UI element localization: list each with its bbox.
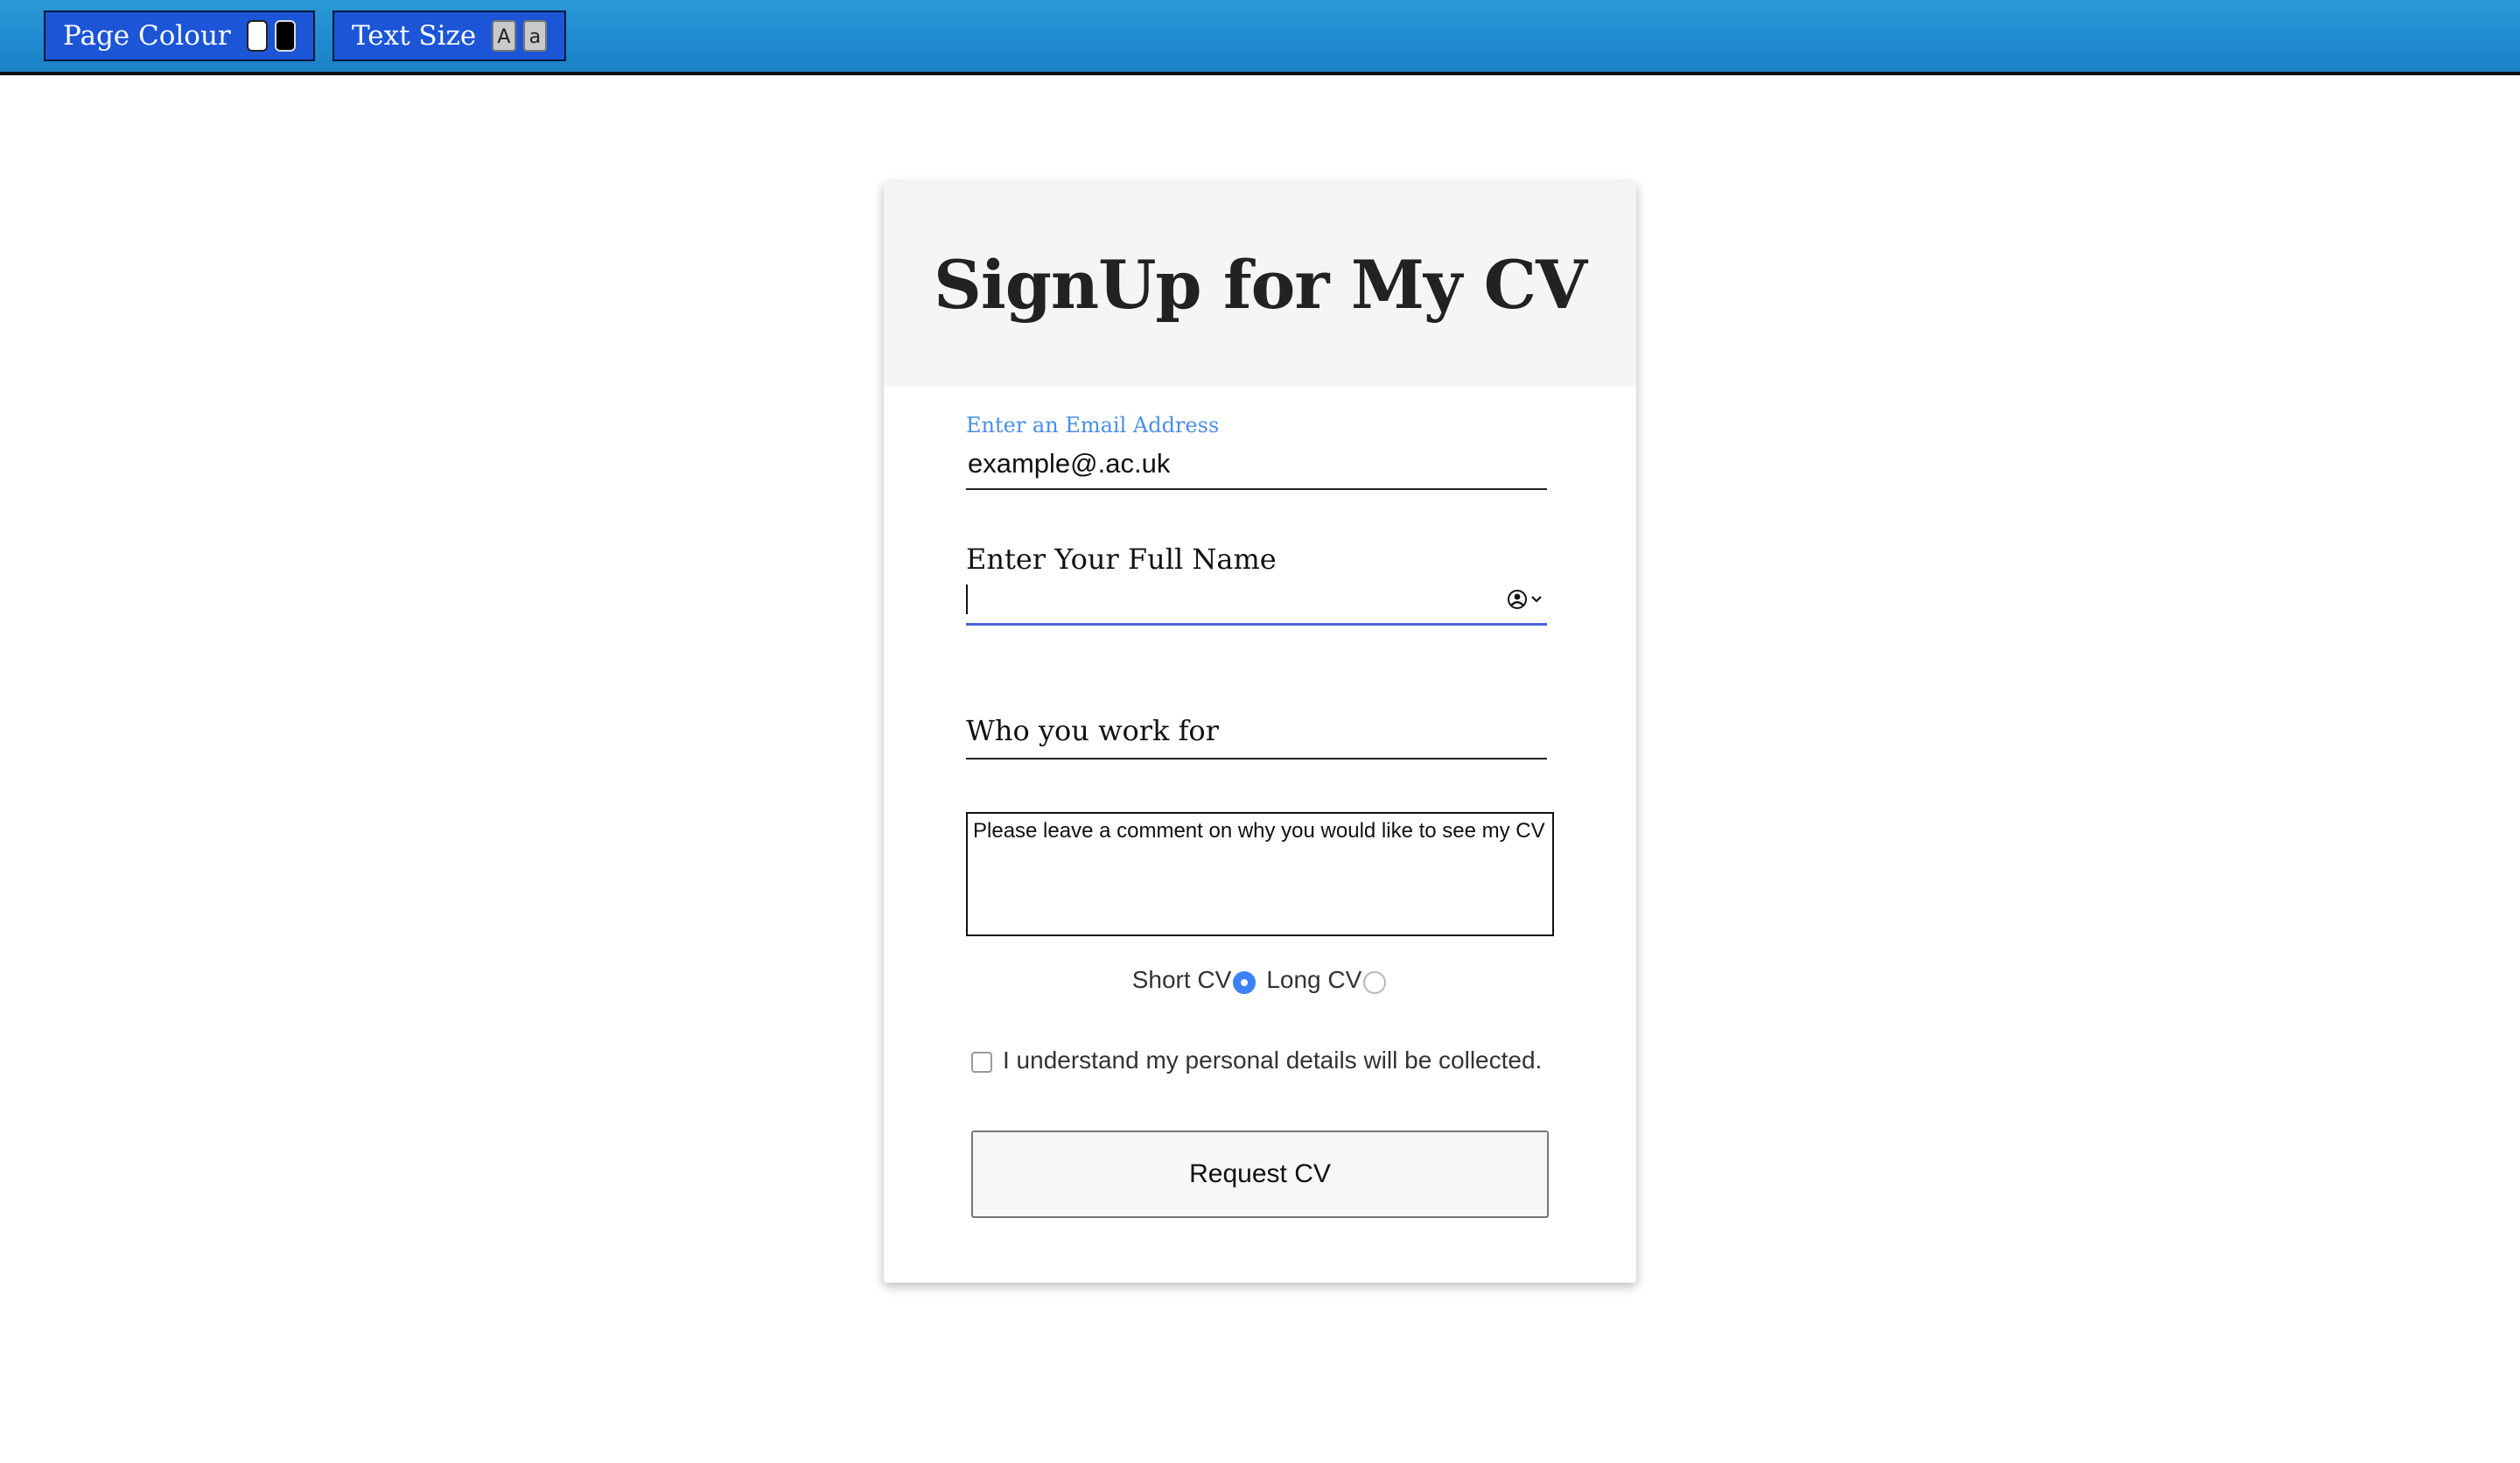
page-colour-label: Page Colour	[63, 20, 231, 52]
decrease-text-size-button[interactable]: a	[522, 20, 547, 52]
comment-textarea[interactable]	[966, 812, 1554, 936]
long-cv-radio[interactable]	[1363, 971, 1387, 994]
short-cv-radio[interactable]	[1233, 971, 1256, 994]
text-caret	[966, 584, 968, 614]
white-page-swatch[interactable]	[246, 20, 268, 52]
email-field: Enter an Email Address	[966, 413, 1550, 500]
email-input[interactable]	[966, 446, 1550, 481]
signup-card: SignUp for My CV Enter an Email Address …	[884, 182, 1636, 1283]
full-name-label: Enter Your Full Name	[966, 542, 1277, 576]
employer-field[interactable]: Who you work for	[966, 714, 1547, 772]
full-name-input[interactable]	[966, 579, 1494, 620]
employer-label: Who you work for	[966, 714, 1219, 747]
long-cv-label: Long CV	[1266, 966, 1362, 993]
black-page-swatch[interactable]	[274, 20, 296, 52]
consent-checkbox[interactable]	[971, 1052, 992, 1073]
email-underline	[966, 488, 1547, 490]
email-label: Enter an Email Address	[966, 413, 1220, 438]
consent-label: I understand my personal details will be…	[1003, 1046, 1543, 1074]
text-size-control: Text Size A a	[332, 10, 566, 61]
cv-type-radio-group: Short CV Long CV	[884, 966, 1636, 994]
accessibility-toolbar: Page Colour Text Size A a	[0, 0, 2520, 75]
request-cv-button[interactable]: Request CV	[971, 1130, 1549, 1218]
employer-underline	[966, 758, 1547, 760]
card-header: SignUp for My CV	[884, 182, 1636, 387]
text-size-label: Text Size	[352, 20, 477, 52]
page-title: SignUp for My CV	[933, 245, 1587, 324]
increase-text-size-button[interactable]: A	[492, 20, 516, 52]
page-colour-control: Page Colour	[44, 10, 315, 61]
consent-row: I understand my personal details will be…	[971, 1046, 1542, 1074]
full-name-field: Enter Your Full Name	[966, 542, 1547, 639]
contact-card-icon[interactable]	[1507, 586, 1545, 612]
full-name-underline	[966, 623, 1547, 626]
short-cv-label: Short CV	[1131, 966, 1232, 993]
